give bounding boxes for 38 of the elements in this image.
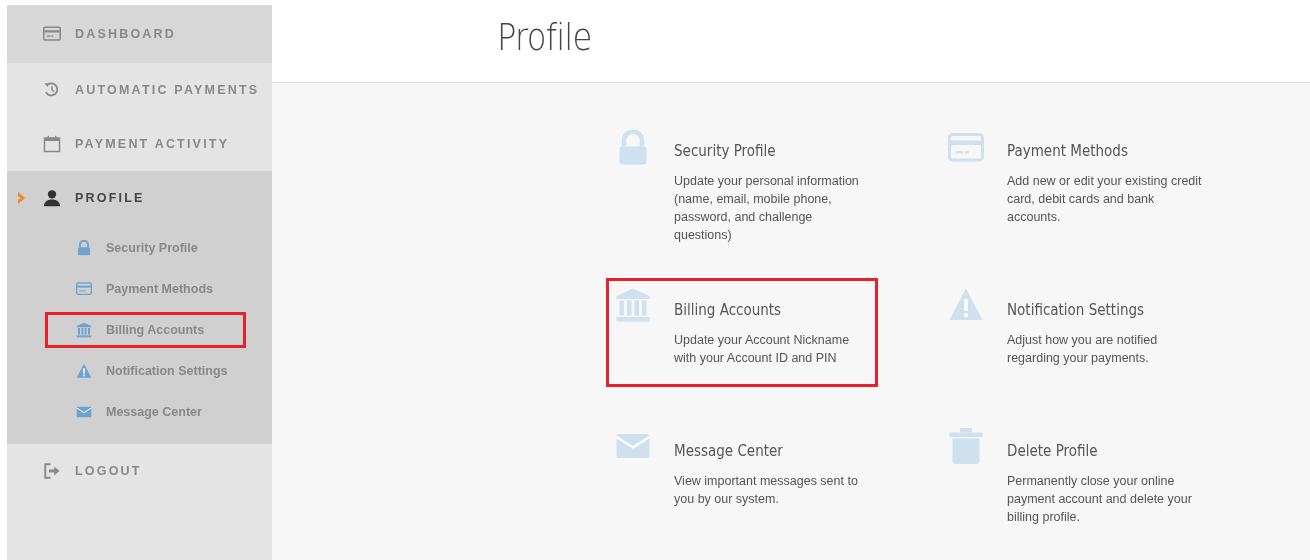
card-description: Update your personal information (name, email, mobile phone, password, and challenge questions) (674, 173, 860, 244)
sidebar-subitem[interactable]: Payment Methods (45, 271, 246, 307)
card-title[interactable]: Security Profile (674, 142, 870, 160)
bank-icon (615, 287, 651, 323)
card-description: Update your Account Nickname with your Account ID and PIN (674, 332, 851, 367)
calendar-icon (43, 135, 61, 153)
sidebar-subitem[interactable]: Security Profile (45, 230, 246, 266)
card-title[interactable]: Delete Profile (1007, 442, 1203, 460)
trash-icon (948, 428, 984, 464)
page-title: Profile (497, 15, 592, 59)
sidebar-item[interactable]: AUTOMATIC PAYMENTS (7, 63, 272, 117)
card-title[interactable]: Billing Accounts (674, 301, 870, 319)
envelope-icon (76, 404, 92, 420)
bank-icon (76, 322, 92, 338)
sidebar-item[interactable]: PAYMENT ACTIVITY (7, 117, 272, 171)
history-icon (43, 81, 61, 99)
card-description: View important messages sent to you by our system. (674, 473, 859, 508)
sidebar-item[interactable]: DASHBOARD (7, 5, 272, 63)
sidebar-item[interactable]: PROFILE (7, 171, 272, 225)
credit-card-icon (76, 281, 92, 297)
sidebar-subitem[interactable]: Notification Settings (45, 353, 246, 389)
card-title[interactable]: Message Center (674, 442, 870, 460)
warning-icon (76, 363, 92, 379)
user-icon (43, 189, 61, 207)
card-title[interactable]: Notification Settings (1007, 301, 1203, 319)
credit-card-icon (43, 25, 61, 43)
warning-icon (948, 287, 984, 323)
highlighted-card[interactable]: Billing Accounts Update your Account Nickname with your Account ID and PIN (606, 278, 878, 387)
card-description: Add new or edit your existing credit card, debit cards and bank accounts. (1007, 173, 1203, 226)
sidebar-subitem[interactable]: Message Center (45, 394, 246, 430)
card-description: Permanently close your online payment account and delete your billing profile. (1007, 473, 1193, 526)
chevron-icon (17, 191, 27, 205)
sidebar-subitem[interactable]: Billing Accounts (45, 312, 246, 348)
card-description: Adjust how you are notified regarding your payments. (1007, 332, 1159, 367)
lock-icon (76, 240, 92, 256)
card-title[interactable]: Payment Methods (1007, 142, 1203, 160)
logout-icon (43, 462, 61, 480)
sidebar-item[interactable]: LOGOUT (7, 444, 272, 498)
